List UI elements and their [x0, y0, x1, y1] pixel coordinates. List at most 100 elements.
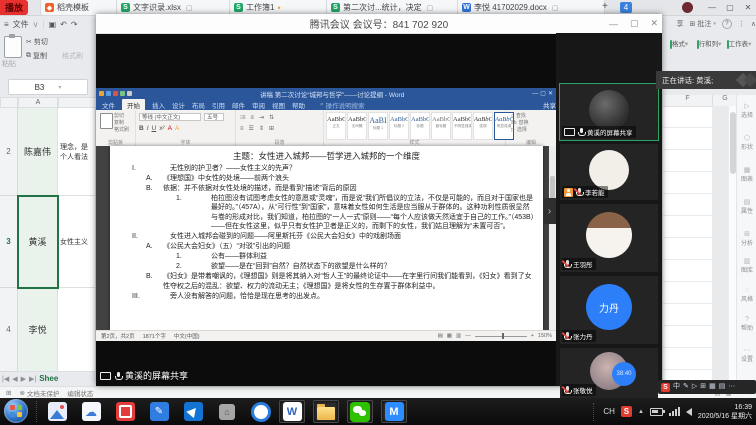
taskbar-thunder-app-icon[interactable] [180, 400, 206, 423]
qat-icon[interactable] [106, 91, 111, 96]
ribbon-format-button[interactable]: 格式▾ [664, 38, 694, 48]
keyboard-icon[interactable]: ▦ [709, 382, 716, 392]
tab-layout[interactable]: 布局 [192, 100, 205, 110]
sheet-tab[interactable]: Shee [39, 374, 58, 383]
window-maximize-button[interactable]: ▢ [722, 0, 738, 14]
tab-mailings[interactable]: 邮件 [232, 100, 245, 110]
zoom-slider[interactable] [475, 336, 527, 337]
help-icon[interactable]: ? [722, 19, 732, 29]
taskbar-red-reader-app-icon[interactable] [112, 400, 138, 423]
grid-corner[interactable] [0, 97, 18, 108]
tab-count-badge[interactable]: 4 [620, 2, 632, 13]
word-maximize-button[interactable]: ▢ [540, 90, 546, 97]
participant-tile[interactable]: 力丹 张力丹 [560, 276, 658, 344]
taskbar-wechat-icon[interactable] [347, 400, 373, 423]
cell-b4[interactable] [58, 288, 96, 372]
tab-close-icon[interactable]: ▢ [427, 4, 434, 12]
tab-design[interactable]: 设计 [172, 100, 185, 110]
rail-select[interactable]: ▷选择 [737, 103, 756, 119]
cell-b2[interactable]: 理念，是个人看法 [58, 108, 96, 196]
window-close-button[interactable]: ✕ [740, 0, 756, 14]
language-indicator[interactable]: CH [603, 407, 615, 416]
rail-gallery[interactable]: ▥图库 [737, 258, 756, 274]
sogou-input-bar[interactable]: S 中 ✎ ▷ ⊞ ▦ ▤ ⋯ [658, 380, 756, 394]
sheet-nav-next-icon[interactable]: ▶ [21, 375, 26, 383]
language-indicator[interactable]: 中文(中国) [174, 332, 200, 340]
rail-settings[interactable]: ⋯设置 [737, 347, 756, 363]
taskbar-notes-app-icon[interactable]: ✎ [146, 400, 172, 423]
menu-icon[interactable]: ≡ [4, 20, 9, 29]
font-size-box[interactable]: 五号 [204, 113, 224, 121]
zoom-level[interactable]: 150% [538, 333, 552, 339]
tab-references[interactable]: 引用 [212, 100, 225, 110]
taskbar-browser-icon[interactable] [248, 400, 274, 423]
tray-grip[interactable] [593, 403, 597, 421]
meeting-close-button[interactable]: ✕ [650, 18, 658, 29]
zoom-out-icon[interactable]: — [465, 333, 471, 339]
rail-props[interactable]: ▤属性 [737, 199, 756, 215]
skin-icon[interactable]: ▤ [719, 382, 726, 392]
tab-close-icon[interactable]: ▢ [186, 4, 193, 12]
taskbar-screenshot-app-icon[interactable] [44, 400, 70, 423]
rail-shapes[interactable]: ⬠形状 [737, 135, 756, 151]
rail-chart[interactable]: ▦图表 [737, 167, 756, 183]
cell-a2[interactable]: 陈嘉伟 [18, 108, 58, 196]
comment-button[interactable]: ⊞ 批注 ▾ [689, 19, 715, 29]
print-layout-icon[interactable]: ▦ [447, 333, 452, 339]
copy-button[interactable]: ⧉复制 [26, 51, 47, 61]
toolbox-icon[interactable]: ⋯ [728, 382, 735, 392]
account-avatar[interactable] [682, 2, 693, 13]
taskbar-wps-icon[interactable]: W [279, 400, 305, 423]
paste-label[interactable]: 粘贴 [2, 59, 16, 69]
undo-icon[interactable]: ↶ [60, 20, 67, 29]
participant-tile[interactable]: 38:40 张敬悦 [560, 348, 658, 398]
spreadsheet-cells-right[interactable]: F G [662, 95, 737, 380]
meeting-maximize-button[interactable]: ▢ [630, 18, 639, 29]
font-format-buttons[interactable]: BI Ux² AA [139, 125, 182, 132]
zoom-in-icon[interactable]: + [531, 333, 534, 339]
clock[interactable]: 16:39 2020/5/16 星期六 [698, 403, 752, 421]
meeting-title-bar[interactable]: 腾讯会议 会议号：841 702 920 — ▢ ✕ [96, 14, 662, 34]
window-minimize-button[interactable]: — [704, 0, 720, 14]
word-minimize-button[interactable]: — [532, 91, 538, 97]
file-menu[interactable]: 文件 [13, 19, 29, 30]
battery-icon[interactable] [650, 408, 663, 416]
document-scrollbar[interactable] [549, 146, 556, 330]
taskbar-gray-app-icon[interactable]: ⌂ [214, 400, 240, 423]
rail-style[interactable]: ◌风格 [737, 287, 756, 303]
style-chip[interactable]: AaBbCcDd正文 [326, 112, 346, 140]
participant-tile-sharer[interactable]: 黄溪的屏幕共享 [560, 84, 658, 140]
rail-analyze[interactable]: ⊞分析 [737, 231, 756, 247]
share-button[interactable]: 共享 [543, 100, 556, 110]
column-header-a[interactable]: A [18, 97, 58, 108]
row-header-2[interactable]: 2 [0, 108, 18, 196]
qat-icon[interactable] [127, 91, 132, 96]
sheet-nav-last-icon[interactable]: ▶| [29, 375, 36, 383]
style-chip[interactable]: AaBbC标题 2 [389, 112, 409, 140]
find-button[interactable]: ⌕查找 [511, 113, 526, 119]
taskbar-meeting-icon[interactable]: M [381, 400, 407, 423]
start-button[interactable] [4, 399, 28, 423]
style-chip[interactable]: AaBbC副标题 [431, 112, 451, 140]
style-chip[interactable]: AaBI标题 1 [368, 112, 388, 140]
taskbar-grip[interactable] [36, 401, 40, 422]
qat-icon[interactable] [99, 91, 104, 96]
emoji-icon[interactable]: ⊞ [700, 382, 706, 392]
sogou-icon[interactable]: S [661, 383, 670, 392]
style-chip[interactable]: AaBbC标题 [410, 112, 430, 140]
rail-help[interactable]: ?帮助 [737, 316, 756, 332]
tab-view[interactable]: 视图 [272, 100, 285, 110]
participant-tile[interactable]: 王羽彤 [560, 204, 658, 272]
sheet-nav-first-icon[interactable]: |◀ [2, 375, 9, 383]
style-chip[interactable]: AaBbCcDd无间隔 [347, 112, 367, 140]
tab-home[interactable]: 开始 [122, 99, 145, 111]
document-page[interactable]: 主题：女性进入城邦——哲学进入城邦的一个维度 I.无性别的护卫者？——女性主义的… [110, 146, 543, 330]
pen-icon[interactable]: ✎ [683, 382, 689, 392]
tab-close-icon[interactable]: ▢ [552, 4, 559, 12]
cell-a4[interactable]: 李悦 [18, 288, 58, 372]
read-mode-icon[interactable]: ▤ [438, 333, 443, 339]
row-header-3[interactable]: 3 [0, 196, 18, 288]
cut-button[interactable]: ✂剪切 [26, 37, 48, 47]
more-icon[interactable]: ⋮ [738, 20, 745, 28]
save-icon[interactable]: ▣ [49, 20, 57, 29]
